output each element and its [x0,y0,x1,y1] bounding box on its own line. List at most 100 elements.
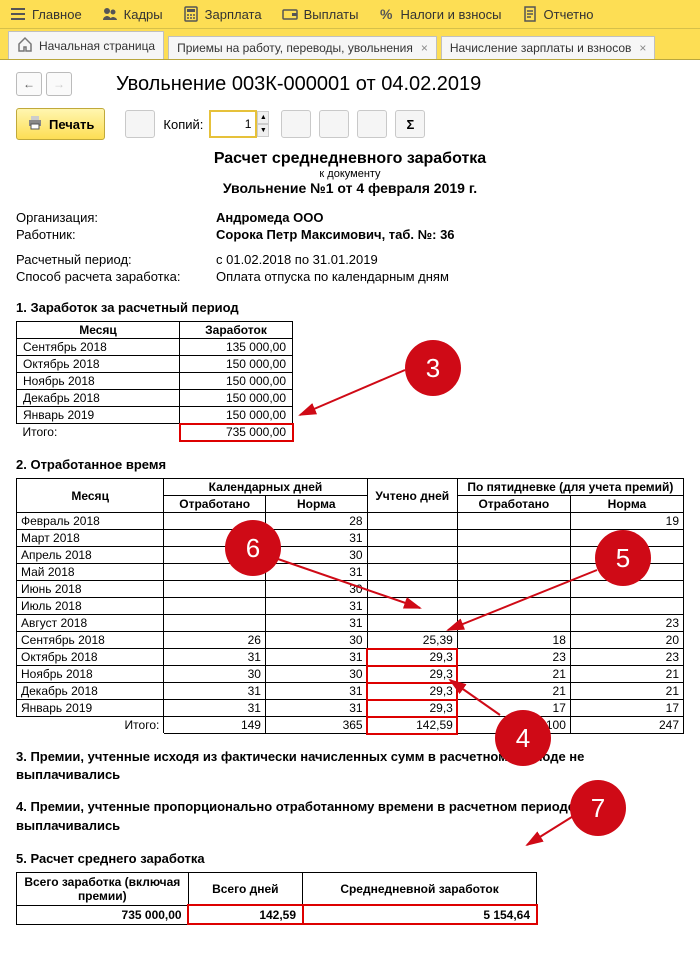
meta-emp-value: Сорока Петр Максимович, таб. №: 36 [216,227,684,242]
page-title: Увольнение 003К-000001 от 04.02.2019 [116,73,481,96]
report-icon [522,6,538,22]
cell-cal-norma: 31 [265,564,367,581]
cell-month: Апрель 2018 [17,547,164,564]
preview-button[interactable] [125,110,155,138]
cell-5-otrab [457,598,570,615]
t3-th2: Всего дней [188,872,302,905]
table-row: Январь 2019150 000,00 [17,407,293,424]
cell-cal-otrab: 31 [164,683,266,700]
doc-meta-2: Расчетный период: с 01.02.2018 по 31.01.… [16,252,684,284]
people-icon [102,6,118,22]
table-row: Апрель 201830 [17,547,684,564]
table-row: Октябрь 2018150 000,00 [17,356,293,373]
copies-label: Копий: [163,117,203,132]
arrow-right-icon: → [53,77,65,91]
menu-vyplaty[interactable]: Выплаты [272,0,369,28]
menu-kadry[interactable]: Кадры [92,0,173,28]
table-row: Март 201831 [17,530,684,547]
t2-th-month: Месяц [17,479,164,513]
meta-period-label: Расчетный период: [16,252,216,267]
doc-heading: Расчет среднедневного заработка [16,150,684,168]
cell-cal-otrab [164,598,266,615]
print-button[interactable]: Печать [16,108,105,140]
earnings-table: МесяцЗаработок Сентябрь 2018135 000,00Ок… [16,321,293,441]
cell-5-otrab [457,615,570,632]
menu-nalogi-label: Налоги и взносы [400,7,501,22]
main-menubar: Главное Кадры Зарплата Выплаты % Налоги … [0,0,700,29]
tab-nachislenie[interactable]: Начисление зарплаты и взносов × [441,36,656,59]
cell-month: Январь 2019 [17,407,180,424]
t2-th-otrab2: Отработано [457,496,570,513]
cell-cal-norma: 30 [265,632,367,649]
copies-spinner: ▲ ▼ [257,111,269,137]
tab-close-icon[interactable]: × [639,41,646,55]
cell-cal-norma: 31 [265,615,367,632]
copies-input[interactable] [209,110,257,138]
save-button[interactable] [319,110,349,138]
cell-uchteno [367,564,457,581]
mail-button[interactable] [357,110,387,138]
section-2-header: 2. Отработанное время [16,457,684,472]
cell-month: Март 2018 [17,530,164,547]
meta-method-value: Оплата отпуска по календарным дням [216,269,684,284]
cell-uchteno: 29,3 [367,649,457,666]
cell-uchteno: 29,3 [367,666,457,683]
spinner-up[interactable]: ▲ [257,111,269,124]
cell-value: 150 000,00 [180,356,293,373]
nav-back-button[interactable]: ← [16,72,42,96]
cell-total-label: Итого: [17,424,180,441]
cell-5-norma: 23 [570,649,683,666]
sum-button[interactable]: Σ [395,110,425,138]
menu-main[interactable]: Главное [0,0,92,28]
tab-nachislenie-label: Начисление зарплаты и взносов [450,41,632,55]
table-row: Февраль 20182819 [17,513,684,530]
tab-home[interactable]: Начальная страница [8,31,164,59]
menu-otchetno[interactable]: Отчетно [512,0,604,28]
cell-5-otrab: 21 [457,683,570,700]
table-row: Июнь 201830 [17,581,684,598]
table-row: Май 2018 31 [17,564,684,581]
cell-5-otrab [457,564,570,581]
menu-nalogi[interactable]: % Налоги и взносы [368,0,511,28]
t1-th-earn: Заработок [180,322,293,339]
cell-value: 150 000,00 [180,407,293,424]
cell-total: 247 [570,717,683,734]
home-icon [17,36,33,55]
table-row: Сентябрь 2018263025,391820 [17,632,684,649]
cell-month: Декабрь 2018 [17,683,164,700]
cell-cal-norma: 31 [265,683,367,700]
cell-month: Февраль 2018 [17,513,164,530]
nav-forward-button[interactable]: → [46,72,72,96]
cell-cal-otrab: 26 [164,632,266,649]
content-area: ← → Увольнение 003К-000001 от 04.02.2019… [0,60,700,965]
table-row: Январь 2019313129,31717 [17,700,684,717]
cell-cal-norma: 31 [265,649,367,666]
doc-subheading: к документу [16,168,684,180]
cell-value: 135 000,00 [180,339,293,356]
cell-5-norma: 19 [570,513,683,530]
cell-value: 150 000,00 [180,390,293,407]
cell-month: Октябрь 2018 [17,356,180,373]
cell-uchteno [367,581,457,598]
cell-cal-norma: 31 [265,598,367,615]
cell-uchteno [367,598,457,615]
cell-5-otrab [457,513,570,530]
cell-month: Октябрь 2018 [17,649,164,666]
section-5-header: 5. Расчет среднего заработка [16,851,684,866]
spinner-down[interactable]: ▼ [257,124,269,137]
menu-zarplata[interactable]: Зарплата [173,0,272,28]
menu-main-label: Главное [32,7,82,22]
doc-meta: Организация: Андромеда ООО Работник: Сор… [16,210,684,242]
table-row: Август 20183123 [17,615,684,632]
edit-button[interactable] [281,110,311,138]
table-row: Декабрь 2018150 000,00 [17,390,293,407]
cell-cal-norma: 30 [265,666,367,683]
cell-month: Май 2018 [17,564,164,581]
tab-priemy[interactable]: Приемы на работу, переводы, увольнения × [168,36,437,59]
section-3-text: 3. Премии, учтенные исходя из фактически… [16,748,684,784]
cell-uchteno [367,547,457,564]
tab-close-icon[interactable]: × [421,41,428,55]
cell-month: Ноябрь 2018 [17,666,164,683]
table-total-row: Итого:149365142,59100247 [17,717,684,734]
tab-priemy-label: Приемы на работу, переводы, увольнения [177,41,413,55]
